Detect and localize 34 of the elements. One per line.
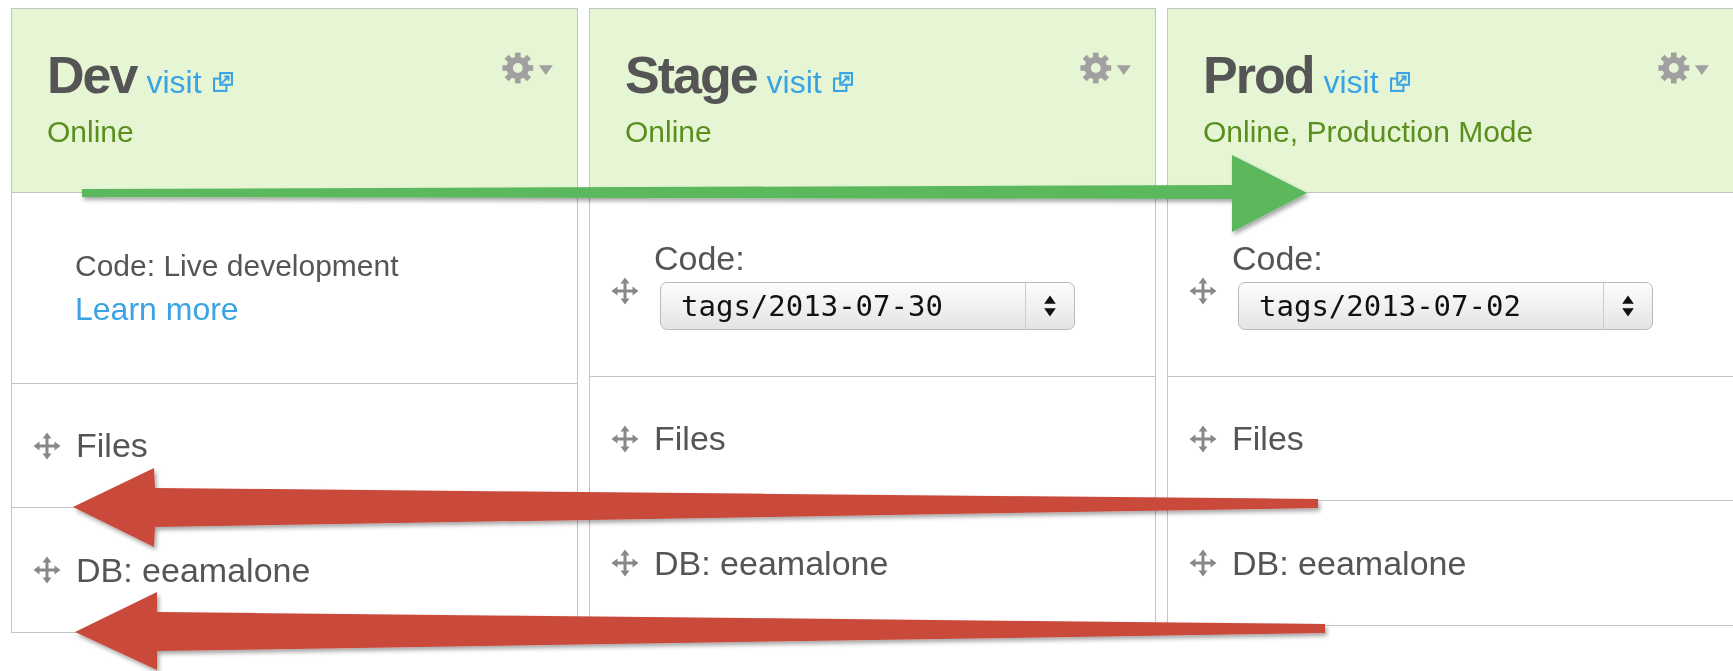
move-icon[interactable] [610,275,640,306]
code-label: Code: [1232,239,1324,278]
move-icon[interactable] [1188,548,1218,578]
external-link-icon [1388,71,1411,93]
move-icon[interactable] [32,430,62,461]
move-icon[interactable] [610,423,640,454]
external-link-icon [831,71,854,93]
item-label: Files [76,426,148,465]
visit-link[interactable]: visit [146,64,202,101]
environment-title: Stage [625,45,757,105]
move-icon[interactable] [32,555,62,585]
code-select[interactable]: tags/2013-07-02 [1238,282,1653,330]
item-label: DB: eeamalone [1232,543,1467,583]
visit-link[interactable]: visit [766,64,822,101]
item-label: DB: eeamalone [76,550,311,590]
code-label: Code: [654,239,746,278]
item-label: DB: eeamalone [654,543,889,583]
code-info: Code: Live development [75,248,399,283]
code-select[interactable]: tags/2013-07-30 [660,282,1075,330]
stepper-icon [1621,294,1635,318]
learn-more-link[interactable]: Learn more [75,290,239,328]
environment-title: Dev [47,45,137,105]
item-label: Files [1232,419,1304,458]
visit-link[interactable]: visit [1323,64,1379,101]
environment-title: Prod [1203,45,1314,105]
move-icon[interactable] [1188,423,1218,454]
external-link-icon [211,71,234,93]
item-label: Files [654,419,726,458]
move-icon[interactable] [1188,275,1218,306]
stepper-icon [1043,294,1057,318]
environment-status: Online, Production Mode [1203,115,1535,149]
move-icon[interactable] [610,548,640,578]
environment-status: Online [625,115,713,149]
environment-status: Online [47,115,135,149]
